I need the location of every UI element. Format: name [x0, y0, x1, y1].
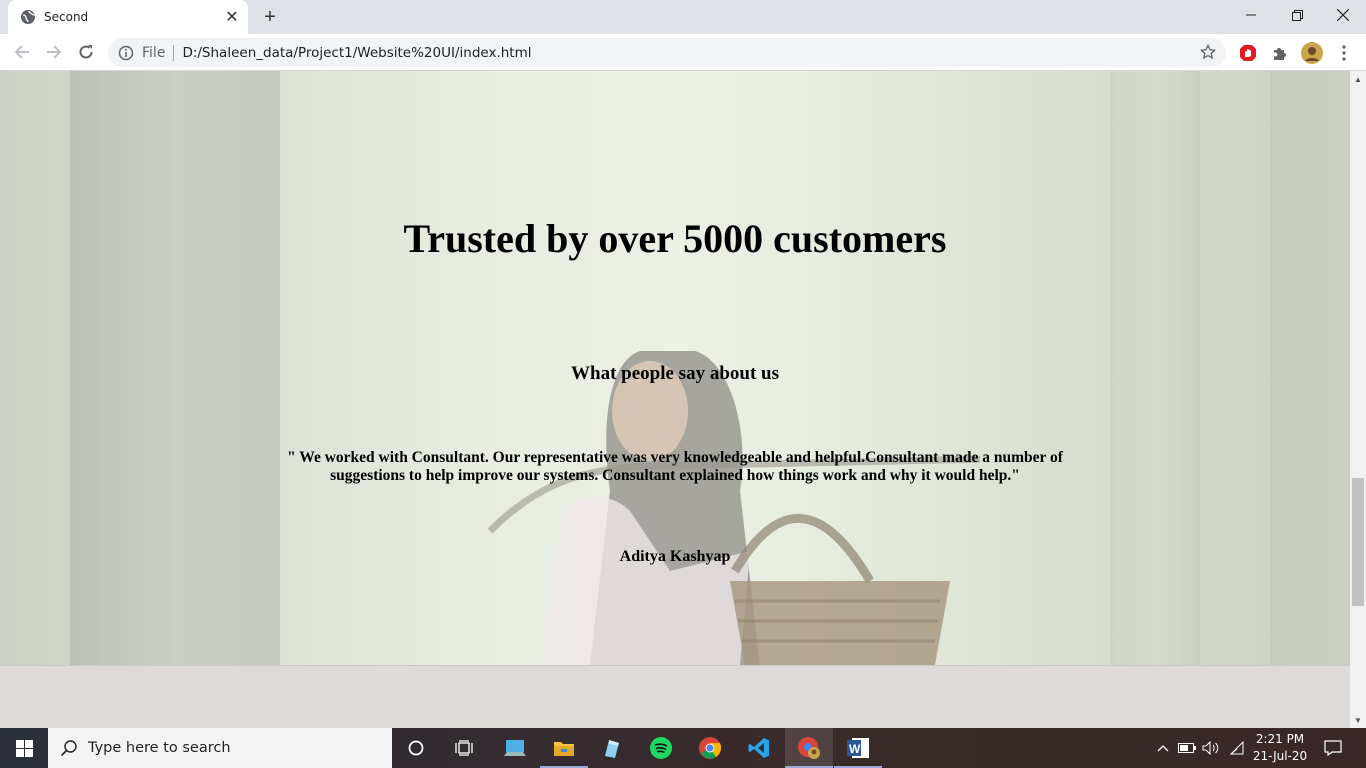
avatar-icon[interactable]	[1301, 42, 1323, 64]
cortana-button[interactable]	[392, 728, 440, 768]
back-button[interactable]	[8, 38, 36, 66]
clock-time: 2:21 PM	[1255, 732, 1305, 746]
page-footer-area	[0, 665, 1350, 728]
search-placeholder: Type here to search	[88, 740, 231, 756]
hero-section: Trusted by over 5000 customers What peop…	[0, 71, 1350, 665]
word-button[interactable]: W	[834, 728, 882, 768]
close-window-button[interactable]	[1320, 0, 1366, 30]
tab-title: Second	[44, 10, 89, 24]
chevron-up-icon	[1157, 745, 1169, 752]
chrome-button[interactable]	[686, 728, 734, 768]
computer-icon	[504, 740, 526, 756]
headline: Trusted by over 5000 customers	[403, 216, 947, 261]
reload-icon	[79, 45, 93, 59]
volume-button[interactable]	[1200, 728, 1222, 768]
section-subheading: What people say about us	[571, 363, 779, 384]
spotify-icon	[650, 737, 672, 759]
task-view-button[interactable]	[440, 728, 488, 768]
battery-button[interactable]	[1176, 728, 1198, 768]
vertical-scrollbar[interactable]: ▲ ▼	[1350, 71, 1366, 728]
restore-icon	[1291, 9, 1303, 21]
word-icon: W	[847, 738, 869, 758]
page-viewport: Trusted by over 5000 customers What peop…	[0, 71, 1350, 728]
close-tab-icon[interactable]: ✕	[220, 5, 244, 29]
desktop-app-button[interactable]	[491, 728, 539, 768]
notification-icon	[1324, 740, 1342, 756]
testimonial-quote: " We worked with Consultant. Our represe…	[287, 449, 1063, 484]
search-icon	[60, 740, 77, 757]
new-tab-button[interactable]: +	[256, 5, 284, 29]
address-bar[interactable]: File D:/Shaleen_data/Project1/Website%20…	[108, 38, 1226, 67]
scrollbar-thumb[interactable]	[1352, 478, 1364, 606]
system-clock[interactable]: 2:21 PM 21-Jul-20	[1248, 731, 1312, 765]
network-button[interactable]	[1226, 728, 1248, 768]
minimize-icon	[1246, 14, 1256, 16]
spotify-button[interactable]	[637, 728, 685, 768]
taskbar: Type here to search W 2:21 PM 21-Jul-20	[0, 728, 1366, 768]
vscode-button[interactable]	[735, 728, 783, 768]
windows-logo-icon	[15, 739, 33, 757]
chrome-profile-button[interactable]	[785, 728, 833, 768]
divider	[173, 44, 175, 61]
folder-icon	[554, 742, 574, 756]
reload-button[interactable]	[72, 38, 100, 66]
clock-date: 21-Jul-20	[1252, 749, 1308, 763]
battery-icon	[1178, 743, 1196, 753]
scroll-up-arrow-icon[interactable]: ▲	[1350, 71, 1366, 87]
forward-arrow-icon	[47, 45, 62, 59]
wifi-icon	[1229, 741, 1244, 755]
volume-icon	[1202, 741, 1219, 755]
adblock-icon[interactable]	[1237, 42, 1259, 64]
action-center-button[interactable]	[1318, 728, 1348, 768]
paint-app-button[interactable]	[588, 728, 636, 768]
testimonial-author: Aditya Kashyap	[619, 548, 731, 565]
star-icon[interactable]	[1200, 44, 1216, 60]
info-icon[interactable]	[118, 45, 134, 61]
vscode-icon	[748, 738, 769, 758]
taskbar-search-box[interactable]: Type here to search	[48, 728, 392, 768]
task-view-icon	[455, 740, 473, 756]
testimonial-block: Trusted by over 5000 customers What peop…	[0, 71, 1350, 665]
chrome-icon	[699, 737, 721, 759]
show-hidden-icons-button[interactable]	[1153, 728, 1173, 768]
browser-toolbar: File D:/Shaleen_data/Project1/Website%20…	[0, 34, 1366, 71]
minimize-button[interactable]	[1228, 0, 1274, 30]
chrome-profile-icon	[798, 737, 820, 759]
more-vert-icon[interactable]	[1333, 42, 1355, 64]
browser-tab[interactable]: Second ✕	[8, 0, 248, 34]
forward-button[interactable]	[40, 38, 68, 66]
url-text[interactable]: D:/Shaleen_data/Project1/Website%20UI/in…	[182, 45, 531, 61]
file-label: File	[142, 44, 166, 61]
restore-button[interactable]	[1274, 0, 1320, 30]
tab-strip: Second ✕ +	[0, 0, 1366, 34]
file-explorer-button[interactable]	[540, 728, 588, 768]
globe-icon	[21, 10, 36, 24]
paint-icon	[605, 740, 619, 758]
puzzle-icon[interactable]	[1269, 42, 1291, 64]
svg-text:W: W	[849, 742, 861, 756]
close-icon	[1337, 9, 1349, 21]
start-button[interactable]	[0, 728, 48, 768]
scroll-down-arrow-icon[interactable]: ▼	[1350, 712, 1366, 728]
back-arrow-icon	[14, 45, 29, 59]
cortana-icon	[408, 740, 424, 756]
